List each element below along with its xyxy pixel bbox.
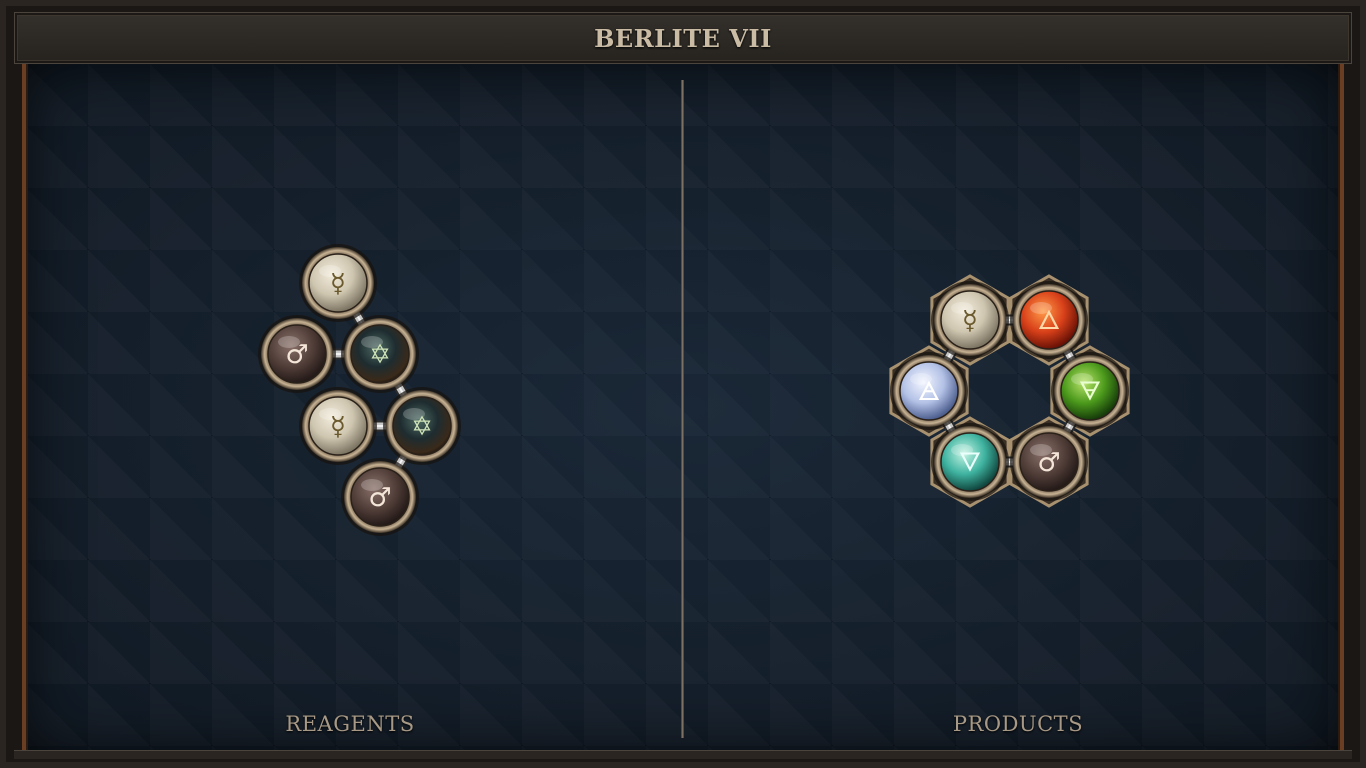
quicksilver-icon: ☿ bbox=[962, 306, 978, 336]
water-icon: 🜄 bbox=[959, 448, 982, 478]
product-atom-quicksilver: ☿ bbox=[931, 281, 1009, 359]
product-atom-earth: 🜃 bbox=[1051, 352, 1129, 430]
earth-icon: 🜃 bbox=[1079, 377, 1102, 407]
reagent-atom-quintessence: ✡ bbox=[341, 315, 419, 393]
products-label: PRODUCTS bbox=[952, 712, 1084, 736]
quintessence-icon: ✡ bbox=[369, 340, 391, 370]
reagent-atom-quintessence: ✡ bbox=[383, 387, 461, 465]
fire-icon: 🜂 bbox=[1038, 306, 1061, 336]
iron-icon: ♂ bbox=[285, 340, 308, 370]
reagent-atom-iron: ♂ bbox=[341, 458, 419, 536]
reagent-molecule: ☿ ♂ ✡ ☿ ✡ ♂ bbox=[258, 244, 461, 536]
air-icon: 🜁 bbox=[918, 377, 941, 407]
product-atom-fire: 🜂 bbox=[1010, 281, 1088, 359]
reagent-atom-quicksilver: ☿ bbox=[299, 387, 377, 465]
quintessence-icon: ✡ bbox=[411, 412, 433, 442]
product-atom-water: 🜄 bbox=[931, 423, 1009, 501]
reagent-atom-iron: ♂ bbox=[258, 315, 336, 393]
quicksilver-icon: ☿ bbox=[330, 412, 346, 442]
iron-icon: ♂ bbox=[368, 483, 391, 513]
quicksilver-icon: ☿ bbox=[330, 269, 346, 299]
product-atom-iron: ♂ bbox=[1010, 423, 1088, 501]
reagent-atom-quicksilver: ☿ bbox=[299, 244, 377, 322]
bottom-frame bbox=[14, 750, 1352, 759]
molecule-layer: ☿ ♂ ✡ ☿ ✡ ♂ ☿ 🜂 🜃 ♂ 🜄 🜁 bbox=[258, 244, 1130, 536]
iron-icon: ♂ bbox=[1037, 448, 1060, 478]
product-atom-air: 🜁 bbox=[890, 352, 968, 430]
reagents-label: REAGENTS bbox=[285, 712, 415, 736]
